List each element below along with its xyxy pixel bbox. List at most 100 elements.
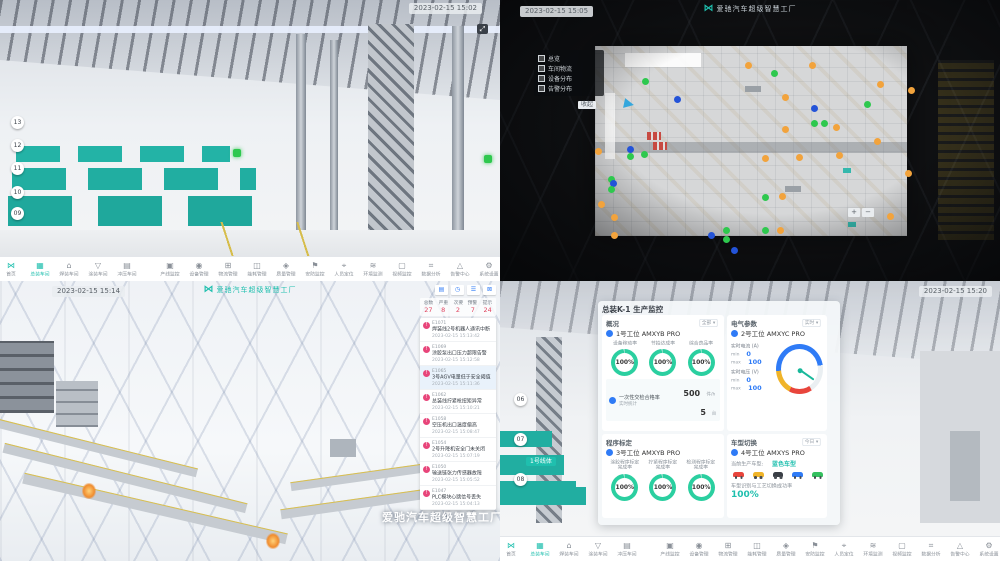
- toolbar-item[interactable]: ⌂ 焊装车间: [555, 541, 584, 558]
- device-status-marker[interactable]: [233, 149, 241, 157]
- status-dot[interactable]: [595, 148, 602, 155]
- status-dot[interactable]: [777, 227, 784, 234]
- status-dot[interactable]: [809, 62, 816, 69]
- layer-checkbox-icon[interactable]: [538, 75, 545, 82]
- status-dot[interactable]: [723, 227, 730, 234]
- toolbar-item[interactable]: ▽ 涂装车间: [84, 261, 113, 278]
- toolbar-item[interactable]: ◈ 质量管理: [772, 541, 801, 558]
- layer-menu-item[interactable]: 设备分布: [538, 73, 600, 83]
- collapse-menu-button[interactable]: 收起: [578, 101, 596, 109]
- toolbar-item[interactable]: △ 告警中心: [946, 541, 975, 558]
- device-status-marker[interactable]: [484, 155, 492, 163]
- toolbar-item[interactable]: ▢ 视频监控: [888, 541, 917, 558]
- status-dot[interactable]: [833, 124, 840, 131]
- status-dot[interactable]: [723, 236, 730, 243]
- line-number-marker[interactable]: 12: [11, 139, 24, 152]
- status-dot[interactable]: [674, 96, 681, 103]
- toolbar-item[interactable]: ◉ 设备管理: [185, 261, 214, 278]
- status-dot[interactable]: [811, 105, 818, 112]
- alarm-tab-icon[interactable]: ◷: [451, 285, 464, 295]
- status-dot[interactable]: [908, 87, 915, 94]
- toolbar-item[interactable]: ⌖ 人员定位: [830, 541, 859, 558]
- layer-menu-item[interactable]: 总览: [538, 53, 600, 63]
- alarm-list-item[interactable]: ! E1062 总装线拧紧枪扭矩异常 2023-02-15 15:10:21: [420, 390, 496, 414]
- alarm-list-item[interactable]: ! E1058 空压机出口温度偏高 2023-02-15 15:08:47: [420, 414, 496, 438]
- toolbar-item[interactable]: ▣ 产线监控: [656, 541, 685, 558]
- line-number-marker[interactable]: 09: [11, 207, 24, 220]
- filter-select[interactable]: 实时 ▾: [802, 319, 820, 327]
- line-number-marker[interactable]: 10: [11, 186, 24, 199]
- alarm-list-item[interactable]: ! E1065 3号AGV电量低于安全阈值 2023-02-15 15:11:3…: [420, 366, 496, 390]
- status-dot[interactable]: [642, 78, 649, 85]
- status-dot[interactable]: [874, 138, 881, 145]
- alarm-tab-icon[interactable]: ☰: [467, 285, 480, 295]
- status-dot[interactable]: [821, 120, 828, 127]
- alarm-list-item[interactable]: ! E1054 2号升降机安全门未关闭 2023-02-15 15:07:19: [420, 438, 496, 462]
- status-dot[interactable]: [627, 153, 634, 160]
- alarm-list-item[interactable]: ! E1047 PLC模块心跳信号丢失 2023-02-15 15:04:13: [420, 486, 496, 510]
- toolbar-item[interactable]: ◫ 能耗管理: [743, 541, 772, 558]
- toolbar-item[interactable]: ▤ 冲压车间: [613, 541, 642, 558]
- line-number-marker[interactable]: 06: [514, 393, 527, 406]
- status-dot[interactable]: [627, 146, 634, 153]
- layer-menu-item[interactable]: 告警分布: [538, 83, 600, 93]
- toolbar-item[interactable]: ⚑ 安防监控: [301, 261, 330, 278]
- viewport-logistics-corridor[interactable]: 2023-02-15 15:14 ⋈ 爱驰汽车超级智慧工厂 ▤◷☰⊠ 总数 27…: [0, 281, 500, 561]
- alarm-list-item[interactable]: ! E1050 输送链张力传感器故障 2023-02-15 15:05:52: [420, 462, 496, 486]
- toolbar-item[interactable]: ▦ 总装车间: [526, 541, 555, 558]
- layer-menu-item[interactable]: 车间物流: [538, 63, 600, 73]
- status-dot[interactable]: [905, 170, 912, 177]
- status-dot[interactable]: [762, 155, 769, 162]
- status-dot[interactable]: [608, 186, 615, 193]
- status-dot[interactable]: [877, 81, 884, 88]
- line-number-marker[interactable]: 11: [11, 162, 24, 175]
- layer-checkbox-icon[interactable]: [538, 85, 545, 92]
- alarm-tab-icon[interactable]: ⊠: [483, 285, 496, 295]
- status-dot[interactable]: [641, 151, 648, 158]
- toolbar-item[interactable]: ⚙ 系统设置: [975, 541, 1000, 558]
- viewport-plant-map[interactable]: 2023-02-15 15:05 ⋈ 爱驰汽车超级智慧工厂 总览 车间物流 设备…: [500, 0, 1000, 281]
- toolbar-item[interactable]: ◉ 设备管理: [685, 541, 714, 558]
- status-dot[interactable]: [782, 94, 789, 101]
- status-dot[interactable]: [864, 101, 871, 108]
- filter-select[interactable]: 今日 ▾: [802, 438, 820, 446]
- filter-select[interactable]: 全部 ▾: [699, 319, 717, 327]
- line-number-marker[interactable]: 07: [514, 433, 527, 446]
- toolbar-item[interactable]: ⌗ 数据分析: [417, 261, 446, 278]
- toolbar-item[interactable]: ⌗ 数据分析: [917, 541, 946, 558]
- status-dot[interactable]: [762, 227, 769, 234]
- toolbar-item[interactable]: ⋈ 首页: [500, 541, 526, 558]
- line-number-marker[interactable]: 08: [514, 473, 527, 486]
- toolbar-item[interactable]: ▽ 涂装车间: [584, 541, 613, 558]
- viewport-assembly-hall[interactable]: 2023-02-15 15:02 ⤢ 1312111009 ⋈ 首页 ▦ 总装车…: [0, 0, 500, 281]
- toolbar-item[interactable]: ⊞ 物流管理: [214, 261, 243, 278]
- layer-checkbox-icon[interactable]: [538, 55, 545, 62]
- alarm-tab-icon[interactable]: ▤: [435, 285, 448, 295]
- toolbar-item[interactable]: ⚙ 系统设置: [475, 261, 501, 278]
- zoom-in-button[interactable]: +: [848, 208, 860, 217]
- toolbar-item[interactable]: ▣ 产线监控: [156, 261, 185, 278]
- toolbar-item[interactable]: ◫ 能耗管理: [243, 261, 272, 278]
- status-dot[interactable]: [811, 120, 818, 127]
- toolbar-item[interactable]: △ 告警中心: [446, 261, 475, 278]
- line-number-marker[interactable]: 13: [11, 116, 24, 129]
- status-dot[interactable]: [611, 214, 618, 221]
- status-dot[interactable]: [731, 247, 738, 254]
- toolbar-item[interactable]: ◈ 质量管理: [272, 261, 301, 278]
- status-dot[interactable]: [762, 194, 769, 201]
- status-dot[interactable]: [782, 126, 789, 133]
- toolbar-item[interactable]: ▤ 冲压车间: [113, 261, 142, 278]
- status-dot[interactable]: [779, 193, 786, 200]
- layer-checkbox-icon[interactable]: [538, 65, 545, 72]
- fullscreen-icon[interactable]: ⤢: [477, 24, 488, 34]
- status-dot[interactable]: [745, 62, 752, 69]
- toolbar-item[interactable]: ⌖ 人员定位: [330, 261, 359, 278]
- status-dot[interactable]: [611, 232, 618, 239]
- status-dot[interactable]: [836, 152, 843, 159]
- status-dot[interactable]: [796, 154, 803, 161]
- toolbar-item[interactable]: ⌂ 焊装车间: [55, 261, 84, 278]
- status-dot[interactable]: [887, 213, 894, 220]
- viewport-station-view[interactable]: 1号线体 060708 2023-02-15 15:20 总装K-1 生产监控 …: [500, 281, 1000, 561]
- station-tag[interactable]: 1号线体: [526, 457, 556, 466]
- toolbar-item[interactable]: ≋ 环境监测: [359, 261, 388, 278]
